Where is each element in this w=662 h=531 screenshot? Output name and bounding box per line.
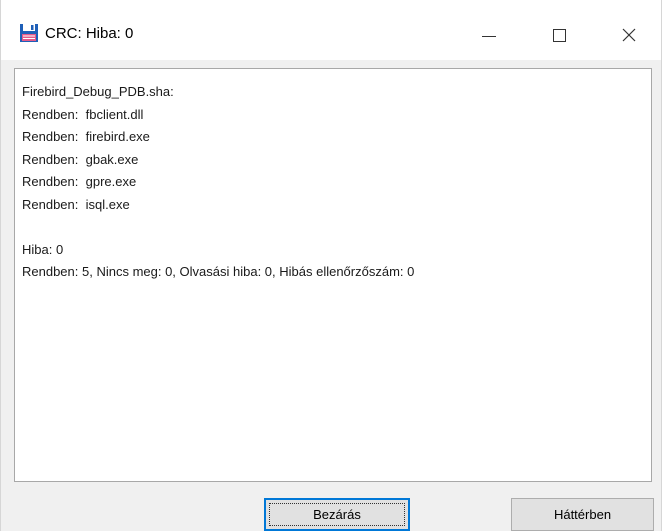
- background-button-label: Háttérben: [553, 507, 612, 522]
- crc-dialog-window: CRC: Hiba: 0 Firebird_Debug_PDB.sha: Ren…: [0, 0, 662, 531]
- log-line: Rendben: fbclient.dll: [22, 106, 144, 122]
- maximize-icon: [552, 28, 566, 42]
- log-line: Rendben: firebird.exe: [22, 129, 150, 144]
- floppy-disk-icon: [20, 24, 38, 42]
- log-line: Rendben: isql.exe: [22, 196, 130, 212]
- minimize-icon: [482, 35, 496, 37]
- window-title: CRC: Hiba: 0: [45, 25, 134, 42]
- log-line: Rendben: gbak.exe: [22, 151, 139, 167]
- log-line: Rendben: gpre.exe: [22, 174, 137, 189]
- log-line: Rendben: 5, Nincs meg: 0, Olvasási hiba:…: [22, 264, 415, 279]
- log-line: Hiba: 0: [22, 241, 64, 257]
- crc-result-log[interactable]: Firebird_Debug_PDB.sha: Rendben: fbclien…: [14, 68, 652, 482]
- minimize-button[interactable]: [457, 14, 521, 56]
- title-bar[interactable]: CRC: Hiba: 0: [1, 0, 661, 60]
- close-window-button[interactable]: [597, 14, 661, 56]
- close-icon: [622, 28, 636, 42]
- focus-rectangle: [269, 503, 405, 526]
- maximize-button[interactable]: [527, 14, 591, 56]
- close-button[interactable]: Bezárás: [264, 498, 410, 531]
- background-button[interactable]: Háttérben: [511, 498, 654, 531]
- log-line: Firebird_Debug_PDB.sha:: [22, 84, 174, 99]
